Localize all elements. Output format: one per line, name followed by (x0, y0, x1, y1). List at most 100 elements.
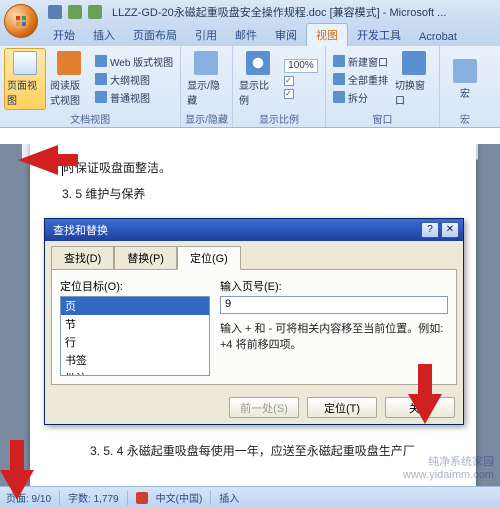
check-icon (284, 76, 294, 86)
goto-target-listbox[interactable]: 页 节 行 书签 批注 脚注 (60, 296, 210, 376)
web-layout-button[interactable]: Web 版式视图 (92, 53, 176, 70)
tab-home[interactable]: 开始 (44, 24, 84, 46)
doc-line-354: 3. 5. 4 永磁起重吸盘每使用一年，应送至永磁起重吸盘生产厂 (62, 440, 444, 463)
outline-view-button[interactable]: 大纲视图 (92, 71, 176, 88)
list-item[interactable]: 页 (61, 297, 209, 315)
tab-mailings[interactable]: 邮件 (226, 24, 266, 46)
normal-icon (95, 91, 107, 103)
prev-button: 前一处(S) (229, 397, 299, 418)
group-label-window: 窗口 (330, 110, 435, 127)
arrange-icon (333, 73, 345, 85)
show-hide-label: 显示/隐藏 (187, 77, 225, 107)
annotation-arrow-2 (402, 364, 448, 424)
reading-view-label: 阅读版式视图 (50, 77, 88, 107)
redo-icon[interactable] (88, 5, 102, 19)
reading-view-icon (57, 51, 81, 75)
page-view-icon (13, 51, 37, 75)
tab-acrobat[interactable]: Acrobat (410, 28, 466, 46)
web-layout-icon (95, 55, 107, 67)
web-layout-label: Web 版式视图 (110, 54, 173, 69)
goto-input-label: 输入页号(E): (220, 278, 448, 294)
status-mode[interactable]: 插入 (219, 490, 239, 505)
undo-icon[interactable] (68, 5, 82, 19)
tab-developer[interactable]: 开发工具 (348, 24, 410, 46)
new-window-label: 新建窗口 (348, 54, 388, 69)
zoom-check-2[interactable] (281, 88, 321, 100)
separator (59, 491, 60, 505)
dialog-tabs: 查找(D) 替换(P) 定位(G) (45, 241, 463, 269)
goto-hint: 输入 + 和 - 可将相关内容移至当前位置。例如: +4 将前移四项。 (220, 320, 448, 352)
dialog-help-button[interactable]: ? (421, 222, 439, 238)
arrange-all-button[interactable]: 全部重排 (330, 71, 391, 88)
find-replace-dialog: 查找和替换 ? ✕ 查找(D) 替换(P) 定位(G) 定位目标(O): 页 节… (44, 218, 464, 425)
tab-insert[interactable]: 插入 (84, 24, 124, 46)
annotation-arrow-3 (0, 440, 40, 500)
goto-button[interactable]: 定位(T) (307, 397, 377, 418)
window-title: LLZZ-GD-20永磁起重吸盘安全操作规程.doc [兼容模式] - Micr… (112, 4, 446, 20)
goto-target-label: 定位目标(O): (60, 278, 210, 294)
dialog-body: 定位目标(O): 页 节 行 书签 批注 脚注 输入页号(E): 9 输入 + … (51, 269, 457, 385)
zoom-value[interactable]: 100% (284, 59, 318, 73)
group-label-macros: 宏 (444, 110, 486, 127)
group-macros: 宏 宏 (440, 46, 490, 127)
dialog-tab-goto[interactable]: 定位(G) (177, 246, 241, 270)
zoom-icon (246, 51, 270, 75)
group-label-show: 显示/隐藏 (185, 110, 228, 127)
show-hide-button[interactable]: 显示/隐藏 (185, 48, 227, 110)
list-item[interactable]: 书签 (61, 351, 209, 369)
switch-window-icon (402, 51, 426, 75)
tab-references[interactable]: 引用 (186, 24, 226, 46)
zoom-value-row: 100% (281, 58, 321, 74)
check-icon (284, 89, 294, 99)
dialog-close-button[interactable]: ✕ (441, 222, 459, 238)
new-window-icon (333, 55, 345, 67)
outline-label: 大纲视图 (110, 72, 150, 87)
title-bar: LLZZ-GD-20永磁起重吸盘安全操作规程.doc [兼容模式] - Micr… (0, 0, 500, 24)
page-view-label: 页面视图 (7, 77, 43, 107)
group-zoom: 显示比例 100% 显示比例 (233, 46, 326, 127)
ribbon-tabs: 开始 插入 页面布局 引用 邮件 审阅 视图 开发工具 Acrobat (0, 24, 500, 46)
goto-input[interactable]: 9 (220, 296, 448, 314)
tab-layout[interactable]: 页面布局 (124, 24, 186, 46)
quick-access-toolbar (48, 5, 102, 19)
macros-label: 宏 (460, 85, 470, 100)
group-window: 新建窗口 全部重排 拆分 切换窗口 窗口 (326, 46, 440, 127)
outline-icon (95, 73, 107, 85)
save-icon[interactable] (48, 5, 62, 19)
group-document-views: 页面视图 阅读版式视图 Web 版式视图 大纲视图 普通视图 文档视图 (0, 46, 181, 127)
status-words[interactable]: 字数: 1,779 (68, 490, 119, 505)
split-icon (333, 91, 345, 103)
separator (127, 491, 128, 505)
arrange-label: 全部重排 (348, 72, 388, 87)
dialog-tab-find[interactable]: 查找(D) (51, 246, 114, 270)
status-language[interactable]: 中文(中国) (156, 490, 203, 505)
normal-view-button[interactable]: 普通视图 (92, 89, 176, 106)
switch-window-label: 切换窗口 (395, 77, 433, 107)
group-label-views: 文档视图 (4, 110, 176, 127)
language-icon (136, 492, 148, 504)
reading-view-button[interactable]: 阅读版式视图 (48, 48, 90, 110)
annotation-arrow-1 (18, 140, 78, 180)
dialog-titlebar[interactable]: 查找和替换 ? ✕ (45, 219, 463, 241)
macros-icon (453, 59, 477, 83)
macros-button[interactable]: 宏 (444, 48, 486, 110)
split-button[interactable]: 拆分 (330, 89, 391, 106)
zoom-button[interactable]: 显示比例 (237, 48, 279, 110)
doc-line-1: 时保证吸盘面整洁。 (62, 157, 444, 180)
office-button[interactable] (4, 4, 38, 38)
show-hide-icon (194, 51, 218, 75)
switch-window-button[interactable]: 切换窗口 (393, 48, 435, 110)
tab-review[interactable]: 审阅 (266, 24, 306, 46)
separator (210, 491, 211, 505)
list-item[interactable]: 行 (61, 333, 209, 351)
zoom-check-1[interactable] (281, 75, 321, 87)
page-view-button[interactable]: 页面视图 (4, 48, 46, 110)
list-item[interactable]: 节 (61, 315, 209, 333)
new-window-button[interactable]: 新建窗口 (330, 53, 391, 70)
dialog-footer: 前一处(S) 定位(T) 关闭 (45, 391, 463, 424)
status-bar: 页面: 9/10 字数: 1,779 中文(中国) 插入 (0, 486, 500, 508)
list-item[interactable]: 批注 (61, 369, 209, 376)
tab-view[interactable]: 视图 (306, 23, 348, 46)
dialog-tab-replace[interactable]: 替换(P) (114, 246, 177, 270)
dialog-title-text: 查找和替换 (53, 222, 108, 238)
